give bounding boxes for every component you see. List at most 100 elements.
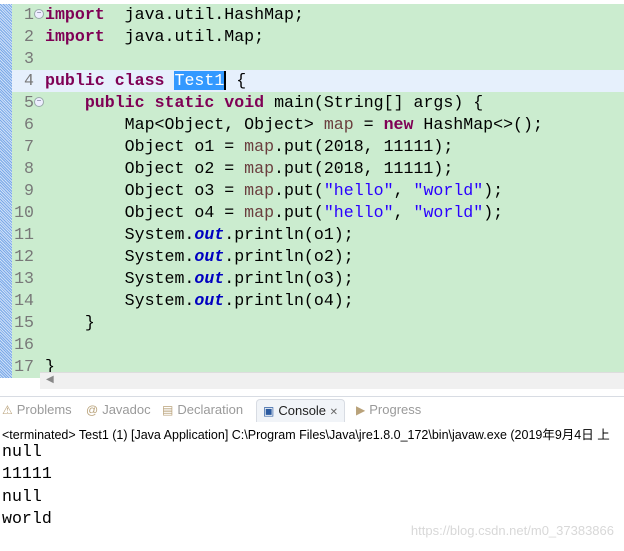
code-token: ); bbox=[483, 203, 504, 222]
keyword: import bbox=[45, 5, 105, 24]
tab-problems[interactable]: ⚠ Problems bbox=[2, 399, 72, 421]
keyword: import bbox=[45, 27, 105, 46]
line-number: 1 bbox=[24, 5, 34, 24]
line-number: 2 bbox=[24, 27, 34, 46]
code-line[interactable]: 1− import java.util.HashMap; bbox=[12, 4, 624, 26]
scroll-left-icon[interactable]: ◀ bbox=[46, 374, 54, 385]
code-token: = bbox=[353, 115, 384, 134]
keyword: void bbox=[224, 93, 265, 112]
output-line: 11111 bbox=[2, 464, 52, 484]
code-text: Object o2 = map.put(2018, 11111); bbox=[45, 158, 454, 180]
tab-label: Problems bbox=[16, 402, 72, 417]
code-token: out bbox=[194, 225, 225, 244]
string-literal: "hello" bbox=[323, 203, 394, 222]
code-text: public class Test1 { bbox=[45, 70, 246, 92]
close-icon[interactable]: ✕ bbox=[330, 407, 338, 418]
keyword: public bbox=[45, 71, 105, 90]
code-line[interactable]: 5− public static void main(String[] args… bbox=[12, 92, 624, 114]
line-number: 6 bbox=[24, 115, 34, 134]
code-token: , bbox=[393, 203, 414, 222]
tab-javadoc[interactable]: @ Javadoc bbox=[86, 399, 151, 421]
code-token: java.util.HashMap; bbox=[104, 5, 304, 24]
code-token: map bbox=[244, 203, 275, 222]
code-token: out bbox=[194, 247, 225, 266]
line-number: 7 bbox=[24, 137, 34, 156]
console-output: null 11111 null world bbox=[2, 441, 52, 531]
selected-text: Test1 bbox=[174, 71, 227, 90]
tab-label: Progress bbox=[369, 402, 422, 417]
code-token: .put(2018, 11111); bbox=[274, 159, 454, 178]
line-number: 16 bbox=[14, 335, 34, 354]
code-line[interactable]: 13 System.out.println(o3); bbox=[12, 268, 624, 290]
line-number: 10 bbox=[14, 203, 34, 222]
code-line[interactable]: 3 bbox=[12, 48, 624, 70]
string-literal: "hello" bbox=[323, 181, 394, 200]
code-editor[interactable]: 1− import java.util.HashMap; 2 import java.… bbox=[0, 4, 624, 378]
code-line[interactable]: 4 public class Test1 { bbox=[12, 70, 624, 92]
line-number: 12 bbox=[14, 247, 34, 266]
code-token: .println(o1); bbox=[224, 225, 354, 244]
tab-label: Declaration bbox=[177, 402, 244, 417]
code-line[interactable]: 14 System.out.println(o4); bbox=[12, 290, 624, 312]
code-token: Object o3 = bbox=[45, 181, 245, 200]
code-line[interactable]: 7 Object o1 = map.put(2018, 11111); bbox=[12, 136, 624, 158]
line-number: 15 bbox=[14, 313, 34, 332]
tab-label: Javadoc bbox=[102, 402, 151, 417]
string-literal: "world" bbox=[413, 181, 484, 200]
overview-ruler bbox=[0, 4, 12, 378]
code-text: System.out.println(o4); bbox=[45, 290, 354, 312]
line-number: 11 bbox=[14, 225, 34, 244]
code-line[interactable]: 12 System.out.println(o2); bbox=[12, 246, 624, 268]
line-number: 13 bbox=[14, 269, 34, 288]
code-text: import java.util.Map; bbox=[45, 26, 264, 48]
tab-declaration[interactable]: ▤ Declaration bbox=[162, 399, 243, 421]
tab-progress[interactable]: ▶ Progress bbox=[356, 399, 421, 421]
problems-icon: ⚠ bbox=[2, 403, 13, 417]
console-status: <terminated> Test1 (1) [Java Application… bbox=[2, 428, 610, 442]
fold-toggle-icon[interactable]: − bbox=[34, 9, 44, 19]
code-token: map bbox=[244, 181, 275, 200]
code-token: main(String[] args) { bbox=[264, 93, 484, 112]
keyword: static bbox=[154, 93, 215, 112]
output-line: null bbox=[2, 486, 42, 506]
code-text: Object o1 = map.put(2018, 11111); bbox=[45, 136, 454, 158]
line-number: 17 bbox=[14, 357, 34, 376]
code-line[interactable]: 15 } bbox=[12, 312, 624, 334]
view-tabs: ⚠ Problems @ Javadoc ▤ Declaration ▣ Console ✕ ▶… bbox=[0, 396, 624, 422]
code-text: System.out.println(o3); bbox=[45, 268, 354, 290]
output-line: world bbox=[2, 509, 52, 529]
code-token: map bbox=[323, 115, 354, 134]
at-icon: @ bbox=[86, 403, 99, 417]
code-token: .put( bbox=[274, 181, 324, 200]
code-line[interactable]: 8 Object o2 = map.put(2018, 11111); bbox=[12, 158, 624, 180]
code-token: .println(o4); bbox=[224, 291, 354, 310]
line-number: 14 bbox=[14, 291, 34, 310]
code-text: System.out.println(o1); bbox=[45, 224, 354, 246]
code-line[interactable]: 9 Object o3 = map.put("hello", "world"); bbox=[12, 180, 624, 202]
fold-toggle-icon[interactable]: − bbox=[34, 97, 44, 107]
horizontal-scrollbar[interactable]: ◀ bbox=[40, 372, 624, 389]
keyword: public bbox=[84, 93, 145, 112]
code-token: .println(o3); bbox=[224, 269, 354, 288]
tab-console[interactable]: ▣ Console ✕ bbox=[256, 399, 346, 422]
code-text: public static void main(String[] args) { bbox=[45, 92, 483, 114]
code-line[interactable]: 10 Object o4 = map.put("hello", "world")… bbox=[12, 202, 624, 224]
code-token: Map<Object, Object> bbox=[45, 115, 324, 134]
code-token: System. bbox=[45, 225, 195, 244]
code-token: System. bbox=[45, 269, 195, 288]
code-line[interactable]: 6 Map<Object, Object> map = new HashMap<… bbox=[12, 114, 624, 136]
code-line[interactable]: 11 System.out.println(o1); bbox=[12, 224, 624, 246]
code-line[interactable]: 2 import java.util.Map; bbox=[12, 26, 624, 48]
output-line: null bbox=[2, 442, 42, 461]
watermark: https://blog.csdn.net/m0_37383866 bbox=[410, 523, 614, 538]
code-line[interactable]: 16 bbox=[12, 334, 624, 356]
string-literal: "world" bbox=[413, 203, 484, 222]
progress-icon: ▶ bbox=[356, 403, 366, 417]
keyword: new bbox=[383, 115, 414, 134]
line-number: 8 bbox=[24, 159, 34, 178]
